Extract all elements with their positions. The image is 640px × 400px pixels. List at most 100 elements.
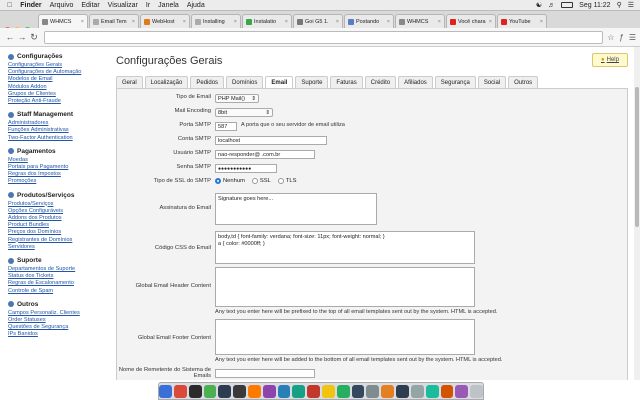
settings-tab[interactable]: Localização	[144, 76, 189, 88]
sidebar-link[interactable]: Modelos de Email	[8, 76, 110, 83]
ext-icon[interactable]: ƒ	[619, 33, 623, 42]
settings-tab[interactable]: Suporte	[295, 76, 329, 88]
browser-tab[interactable]: Email Tem ×	[89, 14, 139, 28]
address-bar[interactable]	[44, 30, 604, 44]
tipo-email-select[interactable]: PHP Mail() ⇕	[215, 94, 259, 103]
menu-editar[interactable]: Editar	[81, 2, 99, 9]
sidebar-link[interactable]: Produtos/Serviços	[8, 201, 110, 208]
sidebar-link[interactable]: Regras de Escalonamento	[8, 280, 110, 287]
ssl-radio-tls[interactable]: TLS	[277, 178, 297, 184]
sidebar-link[interactable]: Campos Personaliz. Clientes	[8, 310, 110, 317]
help-button[interactable]: ● Help	[592, 53, 628, 67]
sidebar-link[interactable]: Controle de Spam	[8, 288, 110, 295]
dock-app-icon[interactable]	[366, 384, 380, 398]
sidebar-link[interactable]: Configurações de Automação	[8, 69, 110, 76]
header-textarea[interactable]	[215, 267, 475, 307]
dock-app-icon[interactable]	[173, 384, 187, 398]
browser-tab[interactable]: Você chara ×	[446, 14, 496, 28]
close-tab-icon[interactable]: ×	[132, 19, 135, 25]
menu-visualizar[interactable]: Visualizar	[108, 2, 138, 9]
sidebar-link[interactable]: Funções Administrativas	[8, 127, 110, 134]
browser-tab[interactable]: Installing ×	[191, 14, 241, 28]
apple-menu-icon[interactable]: 	[7, 2, 12, 9]
browser-tab[interactable]: WHMCS ×	[38, 14, 88, 28]
browser-tab[interactable]: Postando ×	[344, 14, 394, 28]
back-button[interactable]: ←	[4, 31, 16, 43]
menu-ir[interactable]: Ir	[146, 2, 150, 9]
ssl-radio-nenhum[interactable]: Nenhum	[215, 178, 245, 184]
sidebar-link[interactable]: Order Statuses	[8, 317, 110, 324]
sidebar-link[interactable]: Status dos Tickets	[8, 273, 110, 280]
wifi-icon[interactable]: ☯	[536, 1, 542, 9]
dock-app-icon[interactable]	[440, 384, 454, 398]
remetente-input[interactable]	[215, 369, 315, 378]
browser-tab[interactable]: YouTube ×	[497, 14, 547, 28]
sidebar-link[interactable]: Configurações Gerais	[8, 62, 110, 69]
reload-button[interactable]: ↻	[28, 31, 40, 43]
porta-input[interactable]: 587	[215, 122, 237, 131]
close-tab-icon[interactable]: ×	[387, 19, 390, 25]
dock-app-icon[interactable]	[336, 384, 350, 398]
dock-app-icon[interactable]	[247, 384, 261, 398]
browser-tab[interactable]: WebHost ×	[140, 14, 190, 28]
sidebar-link[interactable]: Portais para Pagamento	[8, 164, 110, 171]
volume-icon[interactable]: ♬	[548, 2, 555, 9]
sidebar-link[interactable]: Questões de Segurança	[8, 324, 110, 331]
menu-arquivo[interactable]: Arquivo	[50, 2, 74, 9]
page-scrollbar[interactable]	[634, 47, 640, 380]
settings-tab[interactable]: Afiliados	[398, 76, 433, 88]
menu-janela[interactable]: Janela	[158, 2, 179, 9]
settings-tab[interactable]: Geral	[116, 76, 143, 88]
settings-tab[interactable]: Pedidos	[190, 76, 225, 88]
dock-app-icon[interactable]	[262, 384, 276, 398]
close-tab-icon[interactable]: ×	[285, 19, 288, 25]
forward-button[interactable]: →	[16, 31, 28, 43]
footer-textarea[interactable]	[215, 319, 475, 355]
close-tab-icon[interactable]: ×	[489, 19, 492, 25]
dock-app-icon[interactable]	[203, 384, 217, 398]
dock-app-icon[interactable]	[218, 384, 232, 398]
dock-app-icon[interactable]	[159, 384, 172, 398]
settings-tab[interactable]: Social	[477, 76, 507, 88]
menu-icon[interactable]: ☰	[629, 33, 636, 42]
sidebar-link[interactable]: Grupos de Clientes	[8, 91, 110, 98]
sidebar-link[interactable]: Administradores	[8, 120, 110, 127]
menu-app-name[interactable]: Finder	[20, 2, 41, 9]
sidebar-link[interactable]: Promoções	[8, 178, 110, 185]
menu-ajuda[interactable]: Ajuda	[187, 2, 205, 9]
close-tab-icon[interactable]: ×	[336, 19, 339, 25]
settings-tab[interactable]: Crédito	[364, 76, 397, 88]
battery-icon[interactable]	[561, 2, 574, 8]
close-tab-icon[interactable]: ×	[438, 19, 441, 25]
sidebar-link[interactable]: Opções Configuráveis	[8, 208, 110, 215]
assinatura-textarea[interactable]: Signature goes here...	[215, 193, 377, 225]
scrollbar-thumb[interactable]	[635, 87, 639, 227]
conta-input[interactable]: localhost	[215, 136, 327, 145]
close-tab-icon[interactable]: ×	[81, 19, 84, 25]
dock-app-icon[interactable]	[470, 384, 483, 398]
clock[interactable]: Seg 11:22	[579, 2, 610, 9]
sidebar-link[interactable]: Addons dos Produtos	[8, 215, 110, 222]
ssl-radio-ssl[interactable]: SSL	[251, 178, 271, 184]
browser-tab[interactable]: Instalatio ×	[242, 14, 292, 28]
settings-tab[interactable]: Domínios	[226, 76, 264, 88]
settings-tab[interactable]: Segurança	[434, 76, 476, 88]
browser-tab[interactable]: Goi G5 1. ×	[293, 14, 343, 28]
senha-input[interactable]: ●●●●●●●●●●●	[215, 164, 277, 173]
star-icon[interactable]: ☆	[607, 33, 614, 42]
css-textarea[interactable]: body,td { font-family: verdana; font-siz…	[215, 231, 475, 264]
sidebar-link[interactable]: Moedas	[8, 157, 110, 164]
dock-app-icon[interactable]	[455, 384, 469, 398]
mail-encoding-select[interactable]: 8bit ⇕	[215, 108, 273, 117]
list-icon[interactable]: ☰	[628, 1, 634, 9]
settings-tab[interactable]: Outros	[508, 76, 539, 88]
sidebar-link[interactable]: Proteção Anti-Fraude	[8, 98, 110, 105]
dock-app-icon[interactable]	[188, 384, 202, 398]
dock-app-icon[interactable]	[292, 384, 306, 398]
dock-app-icon[interactable]	[307, 384, 320, 398]
dock-app-icon[interactable]	[322, 384, 335, 398]
browser-tab[interactable]: WHMCS ×	[395, 14, 445, 28]
settings-tab[interactable]: Faturas	[330, 76, 363, 88]
dock-app-icon[interactable]	[381, 384, 395, 398]
close-tab-icon[interactable]: ×	[540, 19, 543, 25]
